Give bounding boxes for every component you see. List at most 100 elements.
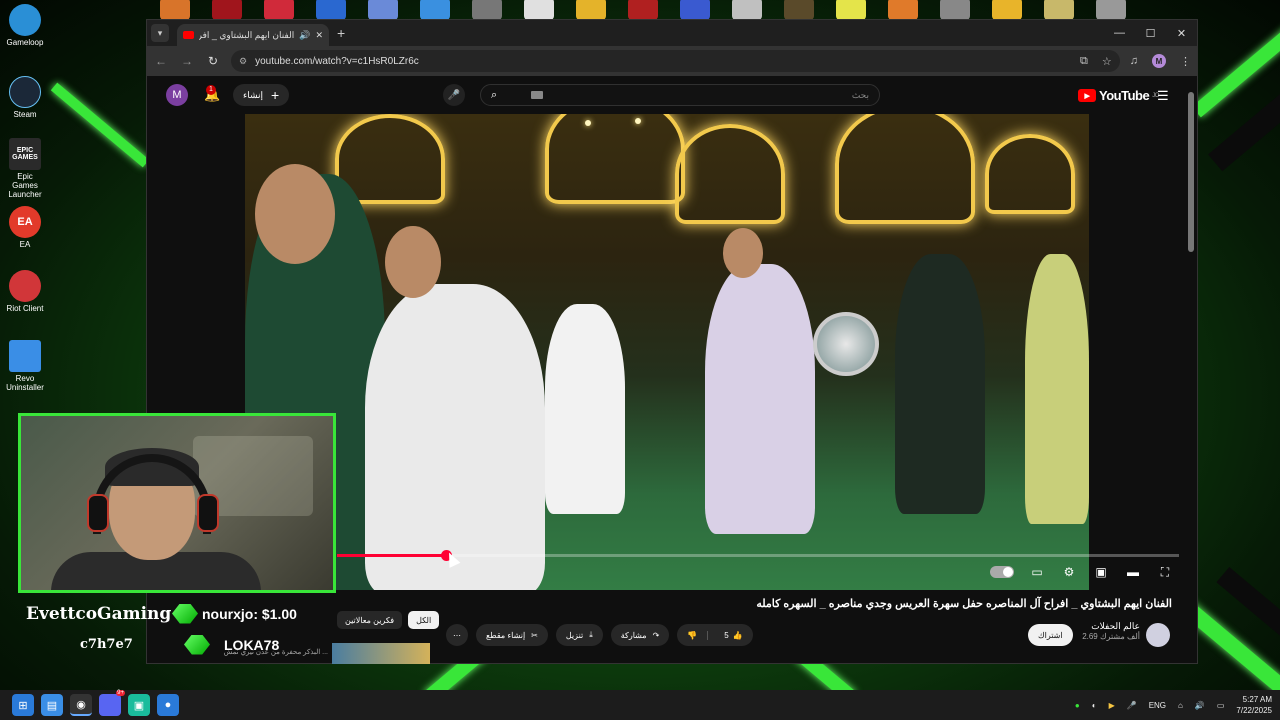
browser-tab[interactable]: الفنان ايهم البشتاوي _ افرا (1) 🔊 ✕ xyxy=(177,24,329,46)
app-icon[interactable] xyxy=(524,0,554,20)
media-control-icon[interactable]: ♫ xyxy=(1130,55,1138,67)
address-toolbar: ← → ↻ ⚙ youtube.com/watch?v=c1HsR0LZr6c … xyxy=(147,46,1197,76)
profile-avatar[interactable]: M xyxy=(1152,54,1166,68)
person xyxy=(705,264,815,534)
keyboard-icon[interactable] xyxy=(531,91,543,99)
app-icon[interactable] xyxy=(836,0,866,20)
tray-play-icon[interactable]: ▶ xyxy=(1109,701,1115,710)
microphone-icon[interactable]: 🎤 xyxy=(1127,701,1137,710)
menu-kebab-icon[interactable]: ⋮ xyxy=(1180,55,1191,68)
network-icon[interactable]: ⌂ xyxy=(1178,701,1183,710)
language-indicator[interactable]: ENG xyxy=(1149,701,1166,710)
app-icon[interactable] xyxy=(212,0,242,20)
bookmark-star-icon[interactable]: ☆ xyxy=(1102,55,1112,68)
app-icon[interactable] xyxy=(940,0,970,20)
windows-start-icon[interactable]: ⊞ xyxy=(12,694,34,716)
app-icon[interactable] xyxy=(732,0,762,20)
app-icon[interactable]: ▣ xyxy=(128,694,150,716)
app-icon[interactable] xyxy=(264,0,294,20)
install-app-icon[interactable]: ⧉ xyxy=(1080,55,1088,68)
revo-uninstaller-icon xyxy=(9,340,41,372)
miniplayer-icon[interactable]: ▣ xyxy=(1092,564,1110,580)
desktop-icon-gameloop[interactable]: Gameloop xyxy=(4,4,46,47)
close-window-button[interactable]: ✕ xyxy=(1166,20,1197,46)
app-icon[interactable] xyxy=(1096,0,1126,20)
voice-search-button[interactable]: 🎤 xyxy=(443,84,465,106)
app-icon[interactable] xyxy=(628,0,658,20)
crown-decoration xyxy=(675,124,785,224)
search-placeholder: بحث xyxy=(851,89,869,100)
speaker-icon[interactable]: 🔊 xyxy=(299,30,310,41)
gem-icon xyxy=(184,634,210,655)
reload-button[interactable]: ↻ xyxy=(205,54,221,68)
file-explorer-icon[interactable]: ▤ xyxy=(41,694,63,716)
desktop-icon-ea[interactable]: EA EA xyxy=(4,206,46,249)
recommendation-chips: فكرين معالاتين الكل xyxy=(337,611,440,629)
share-button[interactable]: مشاركة ↷ xyxy=(610,624,670,646)
youtube-logo[interactable]: ▶ YouTube JO xyxy=(1078,88,1159,103)
ea-icon: EA xyxy=(9,206,41,238)
video-player[interactable] xyxy=(245,114,1089,590)
like-button[interactable]: 5 👍 xyxy=(714,631,752,640)
app-icon[interactable]: ● xyxy=(157,694,179,716)
page-scrollbar[interactable] xyxy=(1188,92,1194,252)
more-actions-button[interactable]: ⋯ xyxy=(446,624,468,646)
fullscreen-icon[interactable]: ⛶ xyxy=(1156,564,1174,580)
tray-app-icon[interactable]: ◐ xyxy=(1092,701,1097,710)
chrome-icon[interactable]: ◉ xyxy=(70,694,92,716)
new-tab-button[interactable]: + xyxy=(337,25,345,41)
video-progress-bar[interactable] xyxy=(337,550,1179,561)
desktop-icon-steam[interactable]: Steam xyxy=(4,76,46,119)
recommended-video-thumbnail[interactable] xyxy=(332,643,430,664)
tab-search-button[interactable]: ▾ xyxy=(151,24,169,42)
system-tray: ● ◐ ▶ 🎤 ENG ⌂ 🔊 ▭ 5:27 AM 7/22/2025 xyxy=(1075,690,1272,720)
app-icon[interactable] xyxy=(420,0,450,20)
app-icon[interactable] xyxy=(368,0,398,20)
desktop-icon-riot[interactable]: Riot Client xyxy=(4,270,46,313)
dislike-icon[interactable]: 👎 xyxy=(677,630,709,640)
minimize-button[interactable]: — xyxy=(1104,20,1135,46)
subscribe-button[interactable]: اشتراك xyxy=(1028,624,1073,646)
url-bar[interactable]: ⚙ youtube.com/watch?v=c1HsR0LZr6c ⧉ ☆ xyxy=(231,50,1120,72)
app-icon[interactable] xyxy=(680,0,710,20)
theater-mode-icon[interactable]: ▬ xyxy=(1124,564,1142,580)
app-icon[interactable] xyxy=(992,0,1022,20)
search-input[interactable]: ⌕ بحث xyxy=(480,84,880,106)
desktop-icon-revo[interactable]: Revo Uninstaller xyxy=(4,340,46,392)
autoplay-toggle[interactable] xyxy=(990,566,1014,578)
back-button[interactable]: ← xyxy=(153,54,169,68)
chip-all[interactable]: الكل xyxy=(408,611,440,629)
create-button[interactable]: إنشاء + xyxy=(233,84,290,106)
youtube-favicon-icon xyxy=(183,31,194,39)
app-icon[interactable] xyxy=(160,0,190,20)
app-icon[interactable] xyxy=(784,0,814,20)
person xyxy=(895,254,985,514)
download-button[interactable]: تنزيل ⤓ xyxy=(555,624,603,646)
volume-icon[interactable]: 🔊 xyxy=(1195,701,1205,710)
desktop-icon-epic[interactable]: EPIC GAMES Epic Games Launcher xyxy=(4,138,46,199)
tray-status-icon[interactable]: ● xyxy=(1075,701,1080,710)
app-icon[interactable] xyxy=(888,0,918,20)
youtube-logo-text: YouTube xyxy=(1099,88,1150,103)
forward-button[interactable]: → xyxy=(179,54,195,68)
site-info-icon[interactable]: ⚙ xyxy=(239,56,247,67)
app-icon[interactable] xyxy=(472,0,502,20)
chip-creator[interactable]: فكرين معالاتين xyxy=(337,611,403,629)
yt-account-avatar[interactable]: M xyxy=(166,84,188,106)
channel-info[interactable]: عالم الحفلات 2.69 ألف مشترك xyxy=(1080,621,1140,641)
channel-name[interactable]: عالم الحفلات xyxy=(1080,621,1140,632)
clock[interactable]: 5:27 AM 7/22/2025 xyxy=(1236,694,1272,716)
discord-icon[interactable]: 9+ xyxy=(99,690,125,716)
settings-gear-icon[interactable]: ⚙ xyxy=(1060,564,1078,580)
subtitles-icon[interactable]: ▭ xyxy=(1028,564,1046,580)
close-tab-icon[interactable]: ✕ xyxy=(315,30,323,41)
battery-icon[interactable]: ▭ xyxy=(1217,701,1225,710)
app-icon[interactable] xyxy=(1044,0,1074,20)
clip-button[interactable]: إنشاء مقطع ✂ xyxy=(476,624,548,646)
app-icon[interactable] xyxy=(316,0,346,20)
channel-avatar[interactable] xyxy=(1146,623,1170,647)
headset-ear-cup xyxy=(87,494,109,532)
maximize-button[interactable]: ☐ xyxy=(1135,20,1166,46)
hamburger-menu-icon[interactable]: ☰ xyxy=(1157,88,1169,104)
app-icon[interactable] xyxy=(576,0,606,20)
